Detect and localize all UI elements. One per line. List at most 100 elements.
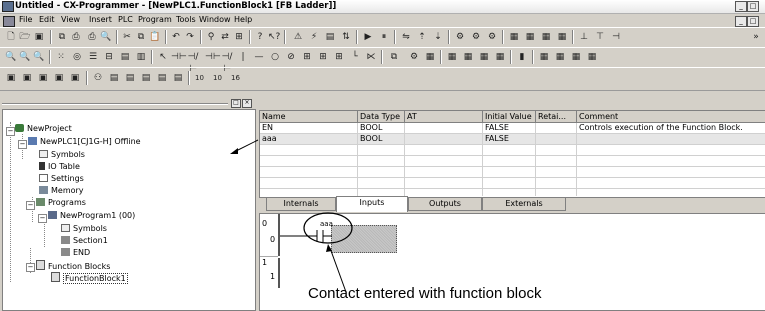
menu-program[interactable]: Program [138,15,172,24]
cell-initial-value[interactable]: FALSE [483,123,535,132]
copy-icon[interactable]: ⧉ [135,31,147,43]
closed-contact-icon[interactable]: ⊣/⊢ [187,51,199,74]
menu-window[interactable]: Window [199,15,231,24]
column-header-initial-value[interactable]: Initial Value [483,111,536,123]
maximize-button[interactable]: □ [747,1,759,12]
tab-outputs[interactable]: Outputs [408,197,482,211]
column-header-name[interactable]: Name [260,111,358,123]
save-icon[interactable]: ▣ [33,31,45,43]
step-run-icon[interactable]: ▦ [446,51,458,63]
expand-function-blocks-toggle[interactable]: − [26,263,35,272]
empty-row[interactable] [260,145,765,156]
pause-icon[interactable]: ⏸ [378,31,390,43]
menu-edit[interactable]: Edit [39,15,55,24]
or-contact-icon[interactable]: ⊣⊢ [205,51,221,63]
redo-icon[interactable]: ↷ [184,31,196,43]
address-dec-icon[interactable]: 10 [210,72,225,84]
download-icon[interactable]: ⇣ [432,31,444,43]
settings-icon[interactable]: ⚙ [408,51,420,63]
empty-row[interactable] [260,156,765,167]
fb-parameter-icon[interactable]: ⊞ [333,51,345,63]
menu-file[interactable]: File [19,15,32,24]
watch-window-icon[interactable]: ▣ [37,72,49,84]
bit-line-icon[interactable]: └ [349,51,361,63]
fb-call-icon[interactable]: ⊞ [317,51,329,63]
mode-run-icon[interactable]: ⚙ [486,31,498,43]
vertical-line-icon[interactable]: | [237,51,249,63]
comms-icon[interactable]: ▤ [172,72,184,84]
tree-node-plc[interactable]: NewPLC1[CJ1G-H] Offline [28,137,141,146]
closed-coil-icon[interactable]: ⊘ [285,51,297,63]
tree-node-programs[interactable]: Programs [36,198,86,207]
zoom-in-icon[interactable]: 🔍 [19,51,31,63]
cell-at[interactable] [405,123,482,132]
data-trace-icon[interactable]: ▦ [508,31,520,43]
menu-tools[interactable]: Tools [176,15,196,24]
select-mode-icon[interactable]: ↖ [157,51,169,63]
project-window-icon[interactable]: ▣ [5,72,17,84]
column-header-comment[interactable]: Comment [577,111,765,123]
instruction-icon[interactable]: ⊞ [301,51,313,63]
child-restore-button[interactable]: □ [747,16,759,27]
tab-inputs[interactable]: Inputs [336,196,408,212]
child-minimize-button[interactable]: _ [735,16,747,27]
table-row[interactable]: aaa BOOL FALSE [260,134,765,145]
upload-icon[interactable]: ⇡ [416,31,428,43]
step-in-icon[interactable]: ▦ [462,51,474,63]
undo-icon[interactable]: ↶ [170,31,182,43]
cycle-time-icon[interactable]: ▦ [556,31,568,43]
context-help-icon[interactable]: ↖? [268,31,280,43]
output-window-icon[interactable]: ▦ [586,51,598,63]
cell-comment[interactable] [577,134,765,143]
pane-restore-button[interactable]: □ [231,99,241,108]
expand-program-toggle[interactable]: − [38,214,47,223]
show-comments-icon[interactable]: ◎ [71,51,83,63]
help-icon[interactable]: ? [254,31,266,43]
column-header-data-type[interactable]: Data Type [358,111,405,123]
simulator-icon[interactable]: ▦ [424,51,436,63]
transfer-icon[interactable]: ⇅ [340,31,352,43]
tree-node-end[interactable]: END [61,248,90,257]
force-set-icon[interactable]: ⊥ [578,31,590,43]
io-comment-icon[interactable]: ▦ [538,51,550,63]
cell-name[interactable]: EN [260,123,355,132]
tree-node-function-blocks[interactable]: Function Blocks [36,260,110,271]
tree-node-function-block[interactable]: FunctionBlock1 [51,272,128,284]
force-reset-icon[interactable]: ⊤ [594,31,606,43]
zoom-to-fit-icon[interactable]: 🔍 [33,51,45,63]
properties-icon[interactable]: ▣ [69,72,81,84]
monitor-diagram-icon[interactable]: ▤ [119,51,131,63]
tree-node-section[interactable]: Section1 [61,236,108,245]
watch-icon[interactable]: ▦ [570,51,582,63]
open-icon[interactable]: 🗁 [19,31,31,43]
tree-node-program[interactable]: NewProgram1 (00) [48,211,135,220]
tab-internals[interactable]: Internals [266,197,336,211]
cell-initial-value[interactable]: FALSE [483,134,535,143]
data-link-icon[interactable]: ▤ [124,72,136,84]
table-view-icon[interactable]: ▤ [140,72,152,84]
find-icon[interactable]: ⚲ [205,31,217,43]
column-header-at[interactable]: AT [405,111,483,123]
erase-icon[interactable]: ⋉ [365,51,377,63]
menu-plc[interactable]: PLC [118,15,133,24]
expand-programs-toggle[interactable]: − [26,201,35,210]
tree-node-symbols[interactable]: Symbols [39,150,85,159]
tree-node-root[interactable]: NewProject [15,124,72,133]
tree-node-program-symbols[interactable]: Symbols [61,224,107,233]
print-preview-icon[interactable]: ⎙ [70,31,82,43]
horizontal-line-icon[interactable]: — [253,51,265,63]
empty-row[interactable] [260,167,765,178]
pane-close-button[interactable]: × [242,99,252,108]
table-row[interactable]: EN BOOL FALSE Controls execution of the … [260,123,765,134]
continuous-step-icon[interactable]: ▦ [494,51,506,63]
run-icon[interactable]: ▶ [362,31,374,43]
address-10-icon[interactable]: 10 [192,72,207,84]
memory-card-icon[interactable]: ▦ [524,31,536,43]
output-icon[interactable]: ▣ [21,72,33,84]
minimize-button[interactable]: _ [735,1,747,12]
contact-icon[interactable]: ⊣⊢ [171,51,187,63]
split-view-icon[interactable]: ▥ [135,51,147,63]
print-icon[interactable]: ⎙ [86,31,98,43]
cell-data-type[interactable]: BOOL [358,123,404,132]
mode-monitor-icon[interactable]: ⚙ [470,31,482,43]
